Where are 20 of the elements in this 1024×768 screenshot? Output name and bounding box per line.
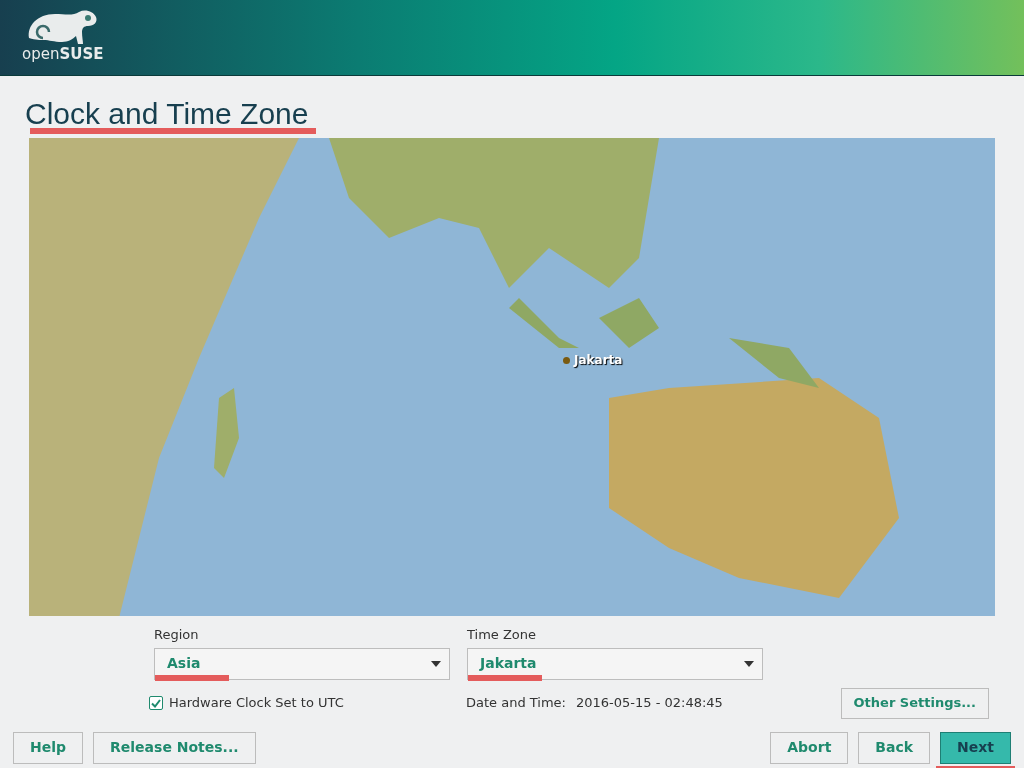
map-marker-label: Jakarta — [573, 352, 624, 369]
caret-icon — [431, 660, 441, 667]
dialog-button[interactable]: Help — [13, 731, 84, 764]
other-settings-button[interactable]: Other Settings... — [840, 687, 989, 719]
checkbox[interactable] — [149, 696, 163, 710]
date-time-value: 2016-05-15 - 02:48:45 — [576, 694, 723, 713]
caret-icon — [744, 660, 754, 667]
date-time-label: Date and Time: — [466, 694, 566, 713]
checkbox-label: Hardware Clock Set to UTC — [169, 694, 344, 713]
dropdown[interactable]: Jakarta — [467, 647, 763, 680]
field-label: Region — [154, 626, 200, 644]
field-label: Time Zone — [467, 626, 538, 644]
dialog-button[interactable]: Back — [858, 731, 931, 764]
dialog-button[interactable]: Next — [940, 731, 1011, 764]
page-title: Clock and Time Zone — [25, 96, 309, 132]
checkmark-icon — [151, 698, 161, 708]
dialog-button[interactable]: Release Notes... — [93, 731, 256, 764]
dialog-button[interactable]: Abort — [770, 731, 849, 764]
logo-text: openSUSE — [22, 46, 104, 62]
dropdown[interactable]: Asia — [154, 647, 450, 680]
